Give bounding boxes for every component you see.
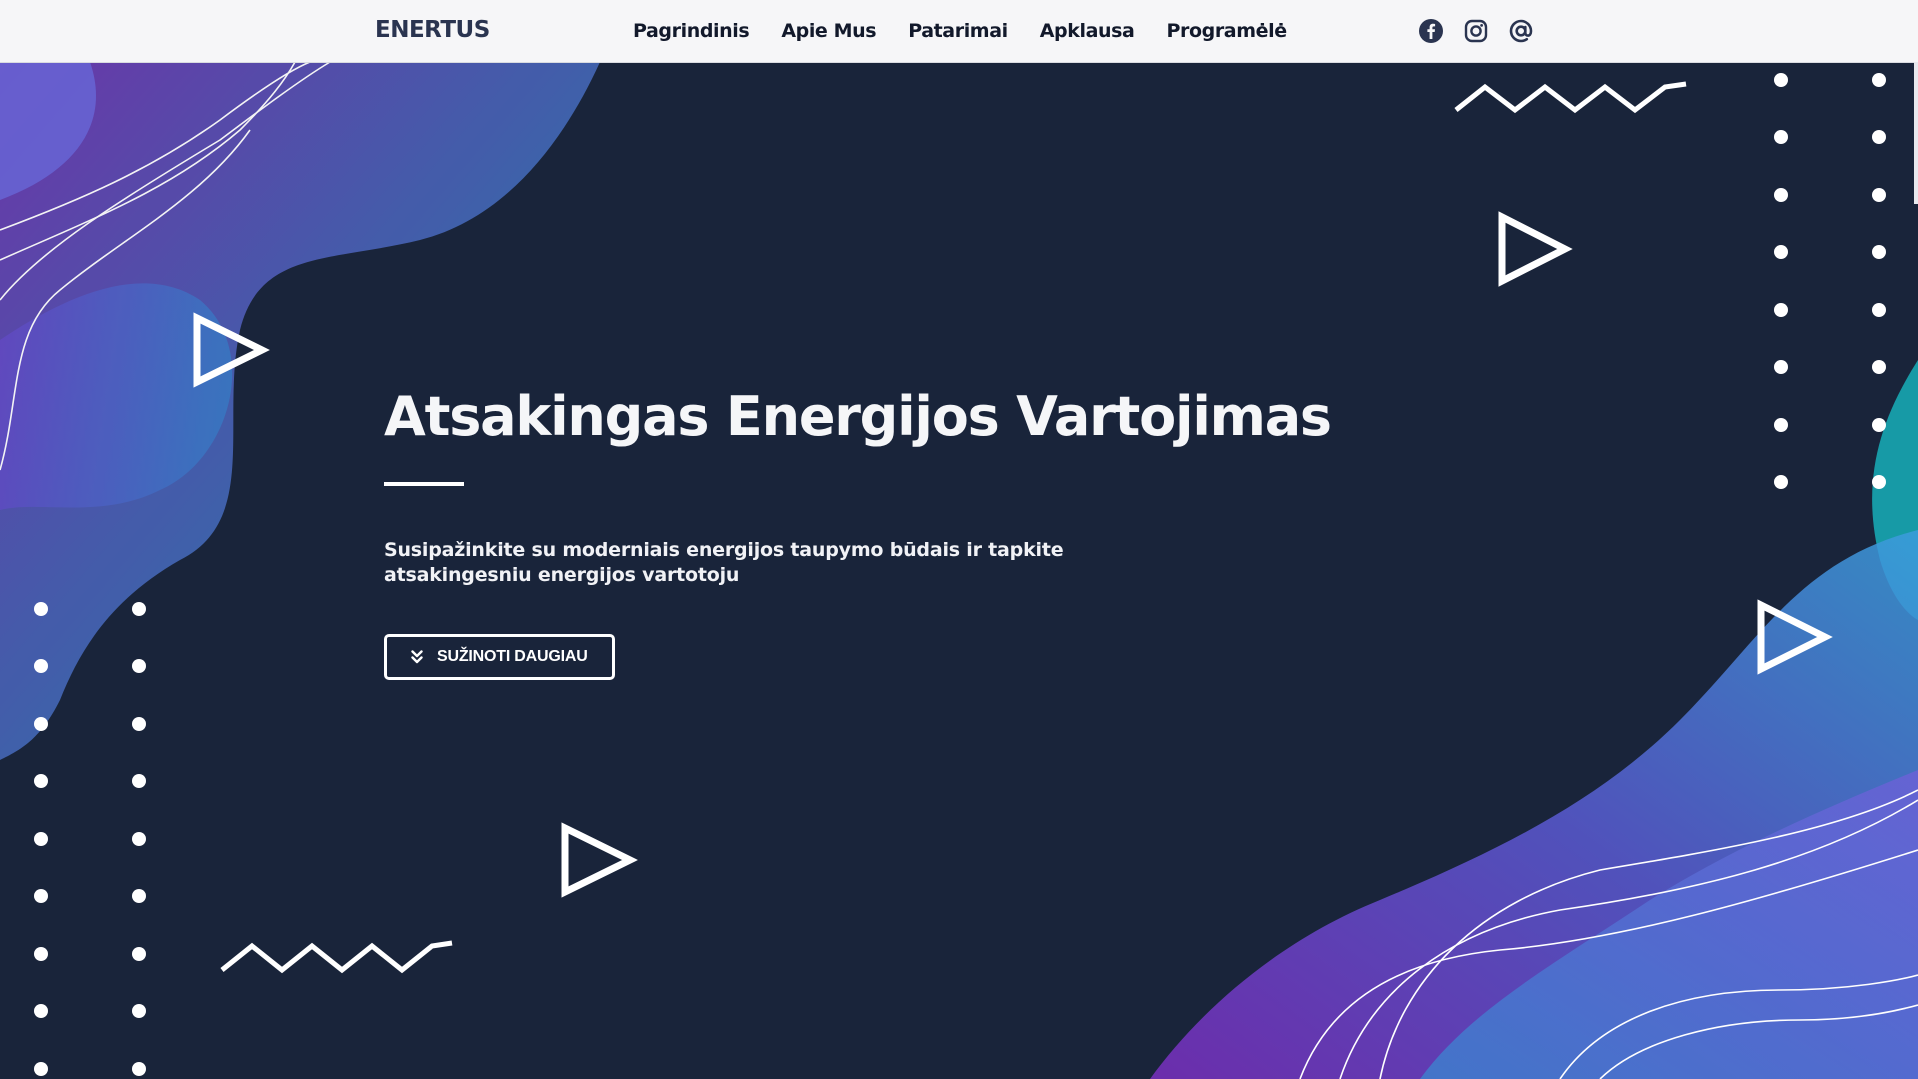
facebook-icon[interactable] [1418, 18, 1444, 44]
top-navbar: ENERTUS Pagrindinis Apie Mus Patarimai A… [0, 0, 1918, 63]
hero-title: Atsakingas Energijos Vartojimas [384, 385, 1332, 448]
triangle-bottom [561, 822, 638, 898]
double-chevron-down-icon [411, 650, 423, 664]
learn-more-button[interactable]: SUŽINOTI DAUGIAU [384, 634, 615, 680]
nav-item-pagrindinis[interactable]: Pagrindinis [633, 20, 750, 42]
nav-item-patarimai[interactable]: Patarimai [908, 20, 1008, 42]
at-sign-icon[interactable] [1508, 18, 1534, 44]
main-nav: Pagrindinis Apie Mus Patarimai Apklausa … [633, 20, 1287, 42]
scrollbar[interactable] [1914, 62, 1918, 204]
social-links [1418, 18, 1534, 44]
nav-item-apie-mus[interactable]: Apie Mus [781, 20, 876, 42]
triangle-top-right [1498, 211, 1573, 287]
zigzag-bottom-left [220, 940, 453, 974]
learn-more-label: SUŽINOTI DAUGIAU [437, 648, 588, 665]
nav-item-apklausa[interactable]: Apklausa [1040, 20, 1135, 42]
brand-logo[interactable]: ENERTUS [375, 17, 490, 43]
zigzag-top-right [1454, 81, 1687, 114]
instagram-icon[interactable] [1463, 18, 1489, 44]
dot-grid-right [1774, 73, 1886, 489]
hero-section: Atsakingas Energijos Vartojimas Susipaži… [384, 385, 1332, 680]
hero-subtitle: Susipažinkite su moderniais energijos ta… [384, 539, 1064, 586]
title-divider [384, 482, 464, 486]
nav-item-programele[interactable]: Programėlė [1166, 20, 1287, 42]
